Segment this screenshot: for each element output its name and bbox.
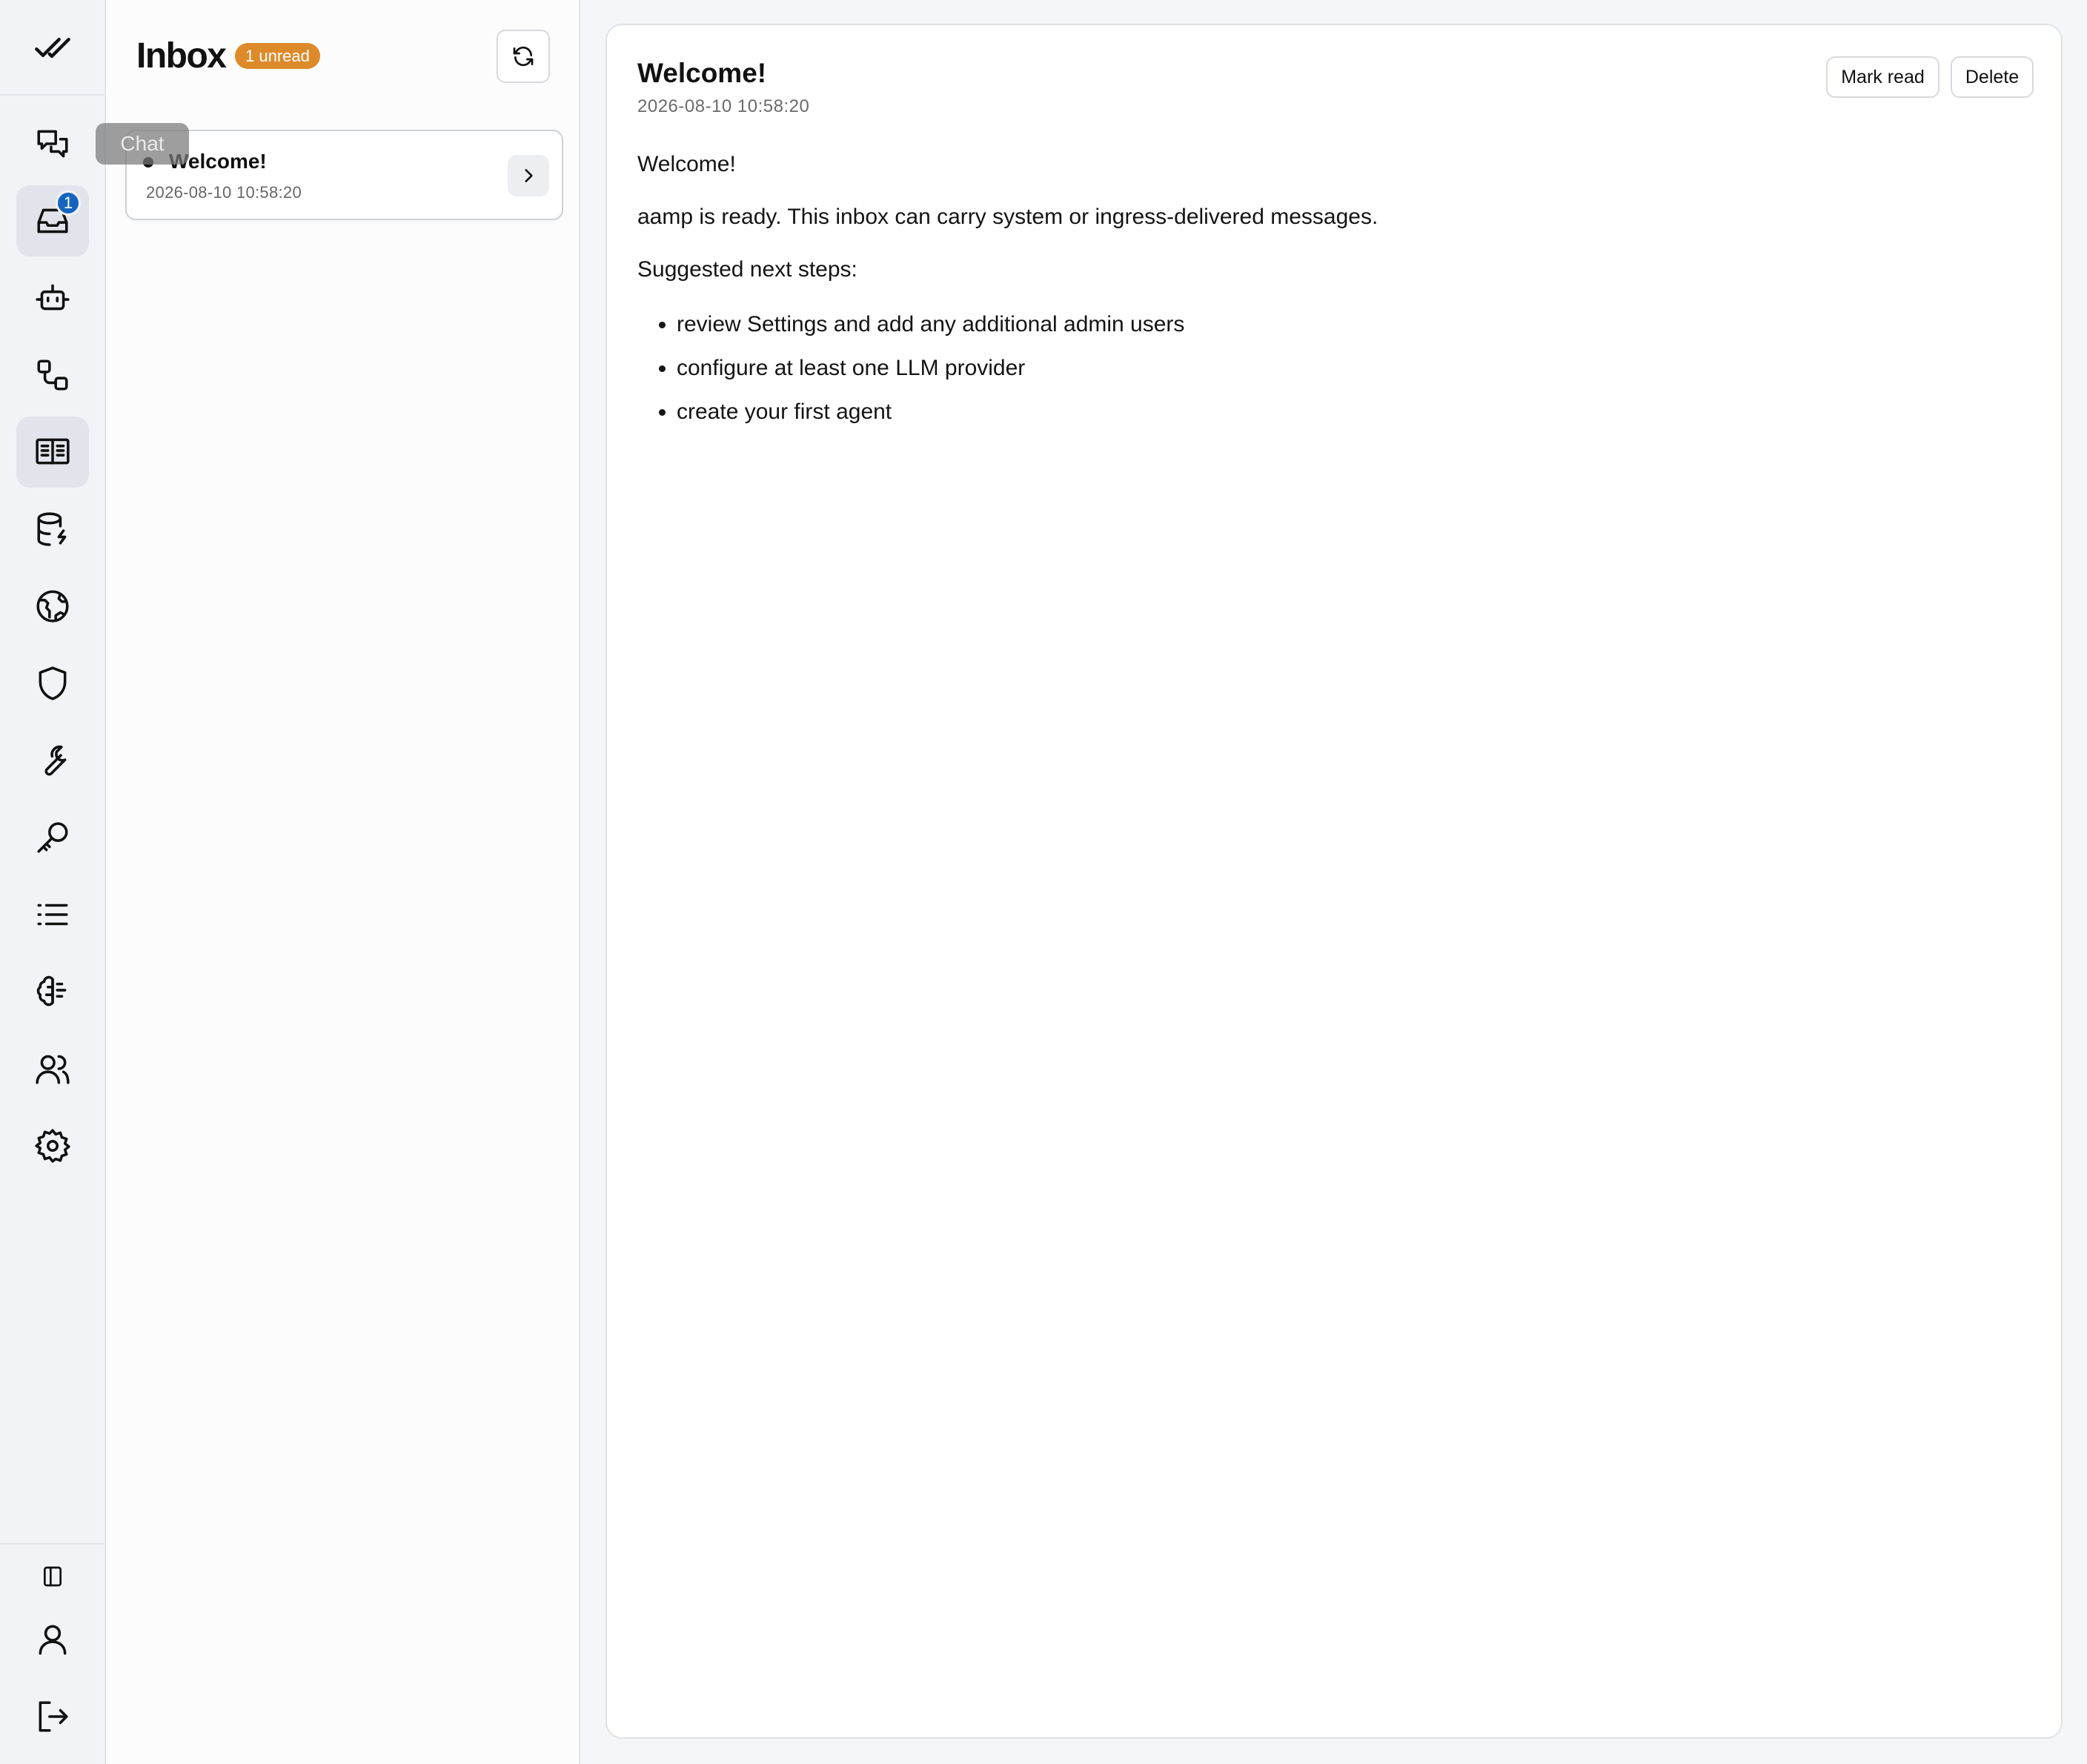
double-check-icon [34,37,70,58]
globe-icon [36,590,69,623]
inbox-count-badge: 1 [56,190,81,216]
gear-icon [35,1129,70,1163]
sidebar-item-knowledge[interactable] [16,417,89,488]
sidebar-item-tools[interactable] [16,725,89,796]
unread-count-badge: 1 unread [235,43,320,69]
sidebar-item-workflows[interactable] [16,339,89,411]
user-icon [39,1625,67,1655]
sidebar-item-settings[interactable] [16,1110,89,1181]
chat-tooltip: Chat [96,123,189,165]
list-item: configure at least one LLM provider [677,355,2008,399]
profile-button[interactable] [16,1604,89,1675]
sidebar-item-agents[interactable] [16,262,89,334]
list-item[interactable]: Welcome! 2026-08-10 10:58:20 [125,130,563,220]
refresh-icon [513,46,534,67]
sidebar-item-chat[interactable] [16,108,89,179]
workflow-icon [37,359,68,391]
sidebar-rail: 1 [0,0,106,1764]
delete-button[interactable]: Delete [1951,56,2034,98]
sidebar-item-logs[interactable] [16,879,89,950]
list-item: create your first agent [677,399,2008,442]
app-logo[interactable] [0,0,104,96]
inbox-list-pane: Inbox 1 unread Welcome! 2026-08-10 10:58… [106,0,580,1764]
database-icon [37,512,67,546]
list-icon [37,903,68,926]
message-detail-date: 2026-08-10 10:58:20 [637,96,810,116]
chat-bubbles-icon [37,130,68,158]
wrench-icon [44,745,67,776]
sidebar-item-inbox[interactable]: 1 [16,185,89,256]
refresh-button[interactable] [497,30,550,83]
app-window: 1 Inbox 1 unread Welcome! 2026-08-10 10:… [0,0,2087,1764]
message-detail-title: Welcome! [637,58,767,88]
sidebar-item-users[interactable] [16,1033,89,1104]
logout-icon [39,1701,68,1732]
sidebar-item-data[interactable] [16,494,89,565]
shield-icon [39,666,67,700]
page-title: Inbox [136,36,227,76]
open-message-button[interactable] [508,155,549,196]
message-date: 2026-08-10 10:58:20 [146,183,302,202]
key-icon [37,822,68,853]
sidebar-item-keys[interactable] [16,802,89,873]
logout-button[interactable] [16,1681,89,1752]
message-detail: Welcome! 2026-08-10 10:58:20 Mark read D… [605,24,2063,1739]
message-body: Welcome! aamp is ready. This inbox can c… [637,151,2008,442]
sidebar-item-network[interactable] [16,571,89,642]
toggle-sidebar-button[interactable] [16,1541,89,1612]
book-open-icon [36,438,70,465]
brain-icon [36,975,67,1007]
sidebar-panel-icon [44,1566,62,1587]
message-intro: aamp is ready. This inbox can carry syst… [637,205,1378,229]
next-steps-list: review Settings and add any additional a… [637,311,2008,442]
users-icon [36,1055,70,1084]
chevron-right-icon [525,169,533,182]
mark-read-button[interactable]: Mark read [1826,56,1940,98]
message-steps-heading: Suggested next steps: [637,257,857,282]
list-item: review Settings and add any additional a… [677,311,2008,355]
sidebar-item-security[interactable] [16,648,89,719]
robot-icon [36,284,70,311]
sidebar-item-models[interactable] [16,956,89,1027]
message-greeting: Welcome! [637,152,736,176]
